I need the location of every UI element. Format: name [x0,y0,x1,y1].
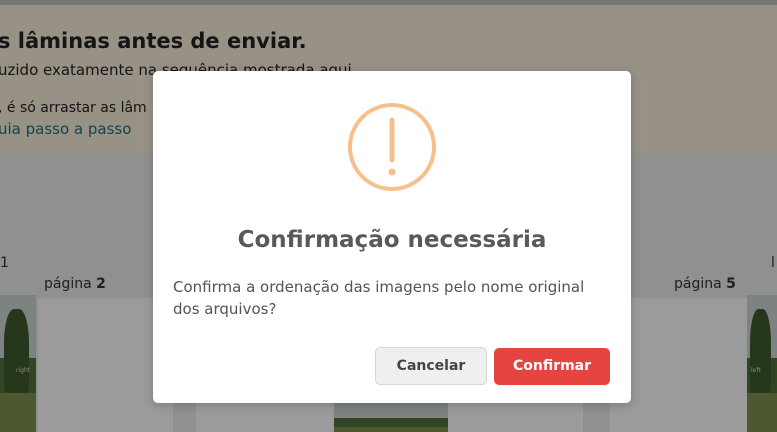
cancel-button[interactable]: Cancelar [375,347,487,385]
warning-exclamation-icon [348,103,436,191]
confirmation-dialog: Confirmação necessária Confirma a ordena… [153,71,631,403]
dialog-title: Confirmação necessária [237,227,547,253]
dialog-message: Confirma a ordenação das imagens pelo no… [173,278,585,318]
confirm-button[interactable]: Confirmar [494,348,610,385]
